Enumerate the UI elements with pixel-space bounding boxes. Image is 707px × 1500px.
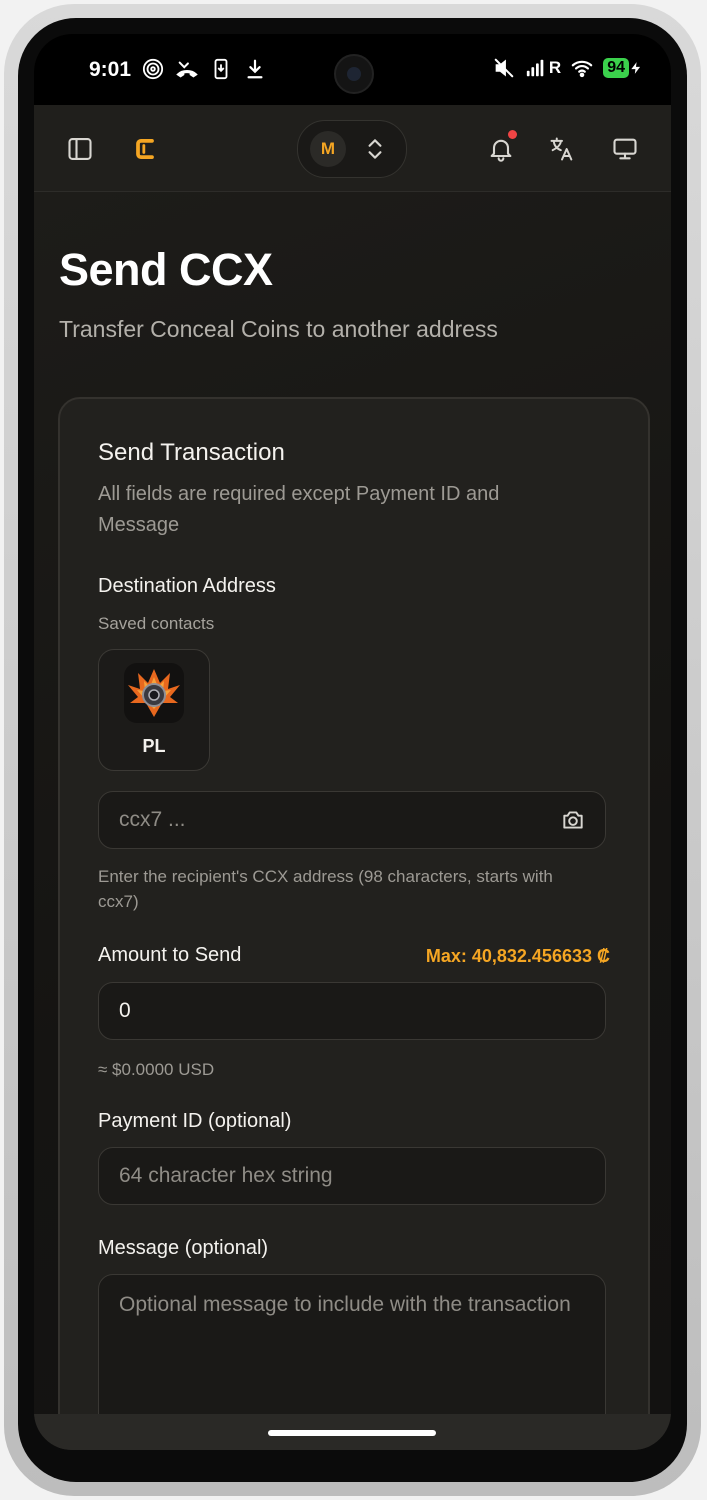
amount-label: Amount to Send xyxy=(98,944,242,966)
app-header: M xyxy=(34,105,671,192)
mute-icon xyxy=(494,58,514,78)
missed-call-icon xyxy=(176,61,198,78)
monitor-icon[interactable] xyxy=(611,135,639,163)
destination-help-text: Enter the recipient's CCX address (98 ch… xyxy=(98,867,553,911)
hotspot-icon xyxy=(142,58,164,80)
logo-icon[interactable] xyxy=(131,135,159,163)
signal-icon xyxy=(526,59,544,77)
screen: 9:01 R 94 M Send CCX Transfer Conceal Co… xyxy=(34,34,671,1450)
chevron-up-down-icon xyxy=(368,139,382,159)
home-gesture-handle[interactable] xyxy=(268,1430,436,1436)
front-camera xyxy=(334,54,374,94)
destination-address-label: Destination Address xyxy=(98,575,276,597)
card-title: Send Transaction xyxy=(98,439,285,466)
status-bar: 9:01 R 94 xyxy=(34,34,671,105)
main-content: Send CCX Transfer Conceal Coins to anoth… xyxy=(34,192,671,1450)
payment-id-input[interactable] xyxy=(98,1147,606,1205)
destination-address-input[interactable] xyxy=(98,791,606,849)
signal-roaming-label: R xyxy=(548,58,562,77)
notification-badge xyxy=(508,130,517,139)
account-switcher[interactable]: M xyxy=(297,120,407,178)
usd-estimate: ≈ $0.0000 USD xyxy=(98,1060,215,1079)
charging-icon xyxy=(631,62,641,74)
message-label: Message (optional) xyxy=(98,1237,269,1259)
status-time: 9:01 xyxy=(89,58,132,81)
page-title: Send CCX xyxy=(59,244,273,295)
camera-scan-icon[interactable] xyxy=(560,807,586,833)
battery-level: 94 xyxy=(603,58,629,78)
status-icons-left xyxy=(142,58,266,80)
status-icons-right: R 94 xyxy=(493,57,643,79)
send-transaction-card: Send Transaction All fields are required… xyxy=(58,397,650,1450)
account-avatar: M xyxy=(310,131,346,167)
sidebar-toggle-icon[interactable] xyxy=(66,135,94,163)
bell-icon[interactable] xyxy=(487,135,515,163)
payment-id-label: Payment ID (optional) xyxy=(98,1110,292,1132)
phoenix-coin-icon xyxy=(128,669,180,717)
card-description: All fields are required except Payment I… xyxy=(98,483,500,536)
phone-update-icon xyxy=(214,58,228,80)
saved-contacts-label: Saved contacts xyxy=(98,614,215,633)
wifi-icon xyxy=(571,60,593,78)
download-icon xyxy=(247,59,263,79)
max-amount-link[interactable]: Max: 40,832.456633 ₡ xyxy=(426,946,610,967)
amount-input[interactable] xyxy=(98,982,606,1040)
contact-avatar xyxy=(124,663,184,723)
translate-icon[interactable] xyxy=(548,135,576,163)
contact-card-pl[interactable]: PL xyxy=(98,649,210,771)
contact-name: PL xyxy=(142,736,166,756)
page-subtitle: Transfer Conceal Coins to another addres… xyxy=(59,316,498,342)
system-navigation-bar xyxy=(34,1414,671,1450)
